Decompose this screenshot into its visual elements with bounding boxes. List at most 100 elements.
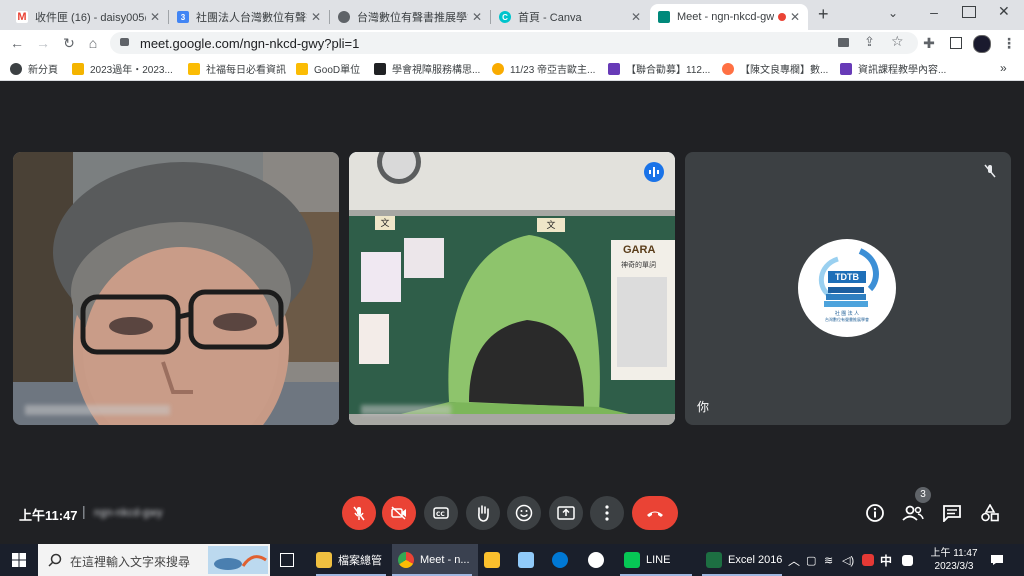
bookmark-label: 【陳文良專欄】數...	[740, 65, 829, 76]
microphone-off-button[interactable]	[342, 496, 376, 530]
share-icon[interactable]: ⇪	[864, 34, 875, 50]
url-text[interactable]: meet.google.com/ngn-nkcd-gwy?pli=1	[140, 36, 359, 51]
search-highlight-image	[208, 546, 268, 574]
participant-tile-speaking[interactable]: 文 文 GARA 神奇的單詞	[349, 152, 675, 425]
volume-icon[interactable]: ◁)	[842, 544, 854, 576]
taskbar-app-snipping[interactable]	[588, 544, 610, 576]
bookmark-item[interactable]: 社福每日必看資訊	[188, 61, 286, 76]
captions-button[interactable]: CC	[424, 496, 458, 530]
activities-button[interactable]	[977, 500, 1003, 526]
leave-call-button[interactable]	[632, 496, 678, 530]
windows-start-icon[interactable]	[12, 553, 26, 572]
tab-meet[interactable]: Meet - ngn-nkcd-gw ✕	[650, 4, 808, 30]
taskbar-app-chrome-meet[interactable]: Meet - n...	[392, 544, 478, 576]
taskbar-app-line[interactable]: LINE	[620, 544, 696, 576]
poster-title: GARA	[623, 244, 656, 256]
tray-app-icon[interactable]	[862, 544, 880, 576]
home-icon[interactable]: ⌂	[84, 34, 102, 52]
close-icon[interactable]: ✕	[472, 10, 482, 24]
bookmarks-overflow-button[interactable]: »	[1000, 61, 1007, 75]
close-icon[interactable]: ✕	[631, 10, 641, 24]
tab-canva[interactable]: C 首頁 - Canva ✕	[491, 4, 649, 30]
bookmark-item[interactable]: GooD單位	[296, 61, 360, 76]
tab-search-icon[interactable]: ⌄	[888, 6, 898, 20]
search-placeholder: 在這裡輸入文字來搜尋	[70, 555, 191, 569]
bookmark-item[interactable]: 2023過年・2023...	[72, 61, 173, 76]
profile-avatar[interactable]	[973, 35, 991, 53]
speaking-indicator-icon	[644, 162, 664, 182]
side-panel-icon[interactable]	[950, 37, 962, 49]
taskbar-app-excel[interactable]: Excel 2016	[702, 544, 786, 576]
new-tab-button[interactable]: +	[818, 4, 829, 25]
snipping-tool-icon	[588, 552, 604, 568]
excel-icon	[706, 552, 722, 568]
reload-icon[interactable]: ↻	[60, 34, 78, 52]
bookmark-item[interactable]: 學會視障服務構思...	[374, 61, 480, 76]
bookmark-item[interactable]: 11/23 帝亞吉歐主...	[492, 61, 595, 76]
forms-icon	[840, 62, 852, 75]
taskbar-app-file-explorer[interactable]: 檔案總管	[310, 544, 394, 576]
close-icon[interactable]: ✕	[150, 10, 160, 24]
camera-in-use-icon[interactable]	[838, 38, 849, 47]
camera-off-button[interactable]	[382, 496, 416, 530]
present-screen-button[interactable]	[549, 496, 583, 530]
tab-association[interactable]: 3 社團法人台灣數位有聲書 ✕	[169, 4, 329, 30]
chat-button[interactable]	[939, 500, 965, 526]
tab-audiobook-society[interactable]: 台灣數位有聲書推展學會 ✕	[330, 4, 490, 30]
participant-tile[interactable]	[13, 152, 339, 425]
taskbar-app-notes[interactable]	[518, 544, 540, 576]
tab-title: 收件匣 (16) - daisy005@	[35, 12, 146, 24]
taskbar-clock[interactable]: 上午 11:47 2023/3/3	[926, 547, 982, 573]
meeting-code: ngn-nkcd-gwy	[94, 507, 163, 519]
bookmark-item[interactable]: 資訊課程教學內容...	[840, 61, 946, 76]
self-name-label: 你	[697, 400, 710, 414]
board-sign: 文	[375, 216, 395, 230]
taskbar-search-box[interactable]: 在這裡輸入文字來搜尋	[38, 544, 270, 576]
reactions-button[interactable]	[507, 496, 541, 530]
forward-icon[interactable]: →	[34, 34, 52, 52]
close-icon[interactable]: ✕	[790, 10, 800, 24]
raise-hand-button[interactable]	[466, 496, 500, 530]
bookmark-label: GooD單位	[314, 65, 361, 76]
meet-now-icon[interactable]: ▢	[806, 544, 816, 576]
raise-hand-icon	[478, 505, 489, 522]
ime-mode-icon[interactable]	[902, 544, 919, 576]
tray-overflow-icon[interactable]: ︿	[788, 544, 800, 576]
tab-gmail[interactable]: M 收件匣 (16) - daisy005@ ✕	[8, 4, 168, 30]
folder-icon	[316, 552, 332, 568]
people-button[interactable]	[900, 500, 926, 526]
more-options-button[interactable]	[590, 496, 624, 530]
bookmark-item[interactable]: 【陳文良專欄】數...	[722, 61, 828, 76]
meeting-details-button[interactable]	[862, 500, 888, 526]
bookmark-star-icon[interactable]: ☆	[891, 33, 904, 50]
recording-dot-icon	[777, 13, 786, 21]
close-icon[interactable]: ✕	[311, 10, 321, 24]
minimize-button[interactable]: –	[924, 4, 944, 20]
taskbar-app-edge[interactable]	[552, 544, 574, 576]
bookmark-item[interactable]: 新分頁	[10, 61, 58, 76]
task-view-icon[interactable]	[280, 553, 294, 567]
notification-bubble-icon	[991, 555, 1003, 565]
extensions-icon[interactable]: ✚	[920, 34, 938, 52]
tab-title: 社團法人台灣數位有聲書	[196, 12, 307, 24]
bookmark-item[interactable]: 【聯合勸募】112...	[608, 61, 710, 76]
ime-indicator[interactable]: 中	[880, 544, 892, 576]
restore-button[interactable]	[962, 6, 976, 18]
app-icon	[518, 552, 534, 568]
taskbar-app-sticky-notes[interactable]	[484, 544, 506, 576]
address-bar[interactable]: meet.google.com/ngn-nkcd-gwy?pli=1 ⇪ ☆	[110, 32, 918, 54]
back-icon[interactable]: ←	[8, 34, 26, 52]
forms-icon	[608, 62, 620, 75]
tab-title: 首頁 - Canva	[518, 12, 582, 24]
people-icon	[902, 505, 924, 521]
participants-count-badge: 3	[915, 487, 931, 503]
notifications-icon[interactable]	[990, 544, 1004, 576]
self-tile[interactable]: TDTB 社 團 法 人 台灣數位有聲書推展學會 你	[685, 152, 1011, 425]
window-close-button[interactable]: ✕	[998, 3, 1010, 20]
edge-icon	[552, 552, 568, 568]
menu-icon[interactable]: ⋮	[1000, 34, 1018, 52]
taskbar-app-label: 檔案總管	[338, 555, 382, 567]
wifi-icon[interactable]: ≋	[824, 544, 833, 576]
bookmark-label: 學會視障服務構思...	[392, 65, 481, 76]
ime-mode-square-icon	[902, 554, 913, 566]
